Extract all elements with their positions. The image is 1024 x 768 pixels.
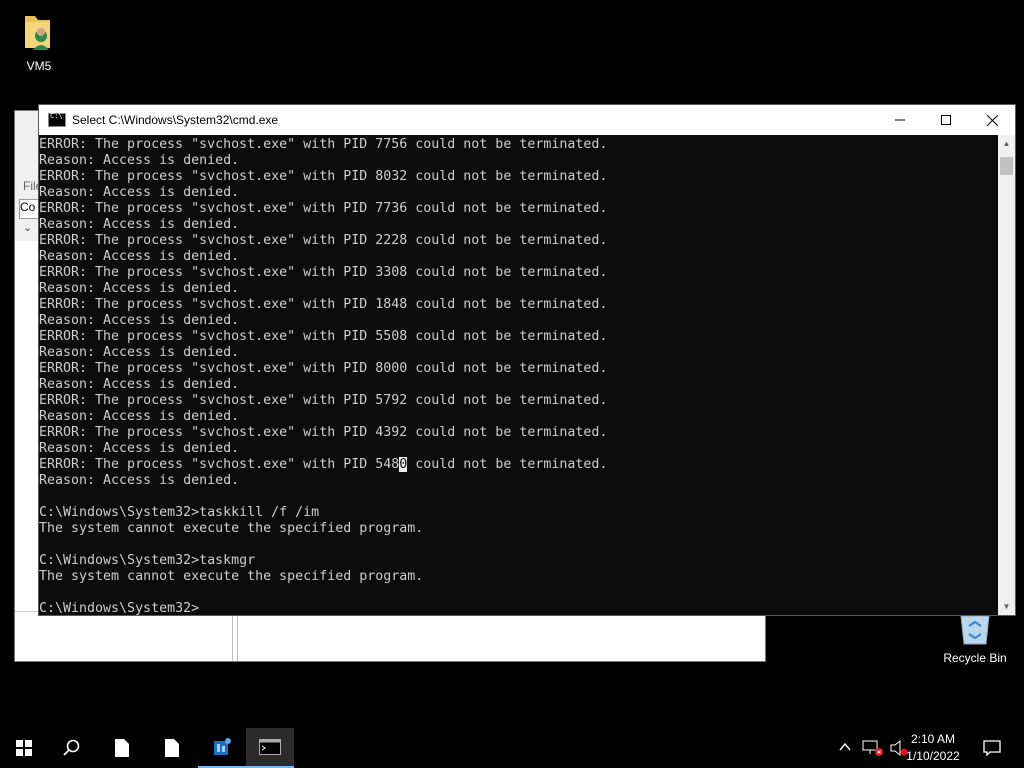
- console-line: Reason: Access is denied.: [39, 185, 240, 200]
- console-line: ERROR: The process "svchost.exe" with PI…: [39, 361, 608, 376]
- scrollbar-thumb[interactable]: [1000, 157, 1013, 175]
- console-line: ERROR: The process "svchost.exe" with PI…: [39, 297, 608, 312]
- console-line: The system cannot execute the specified …: [39, 569, 424, 584]
- chevron-up-icon: [839, 742, 851, 751]
- taskbar-cmd[interactable]: [246, 728, 294, 768]
- desktop-icon-label: Recycle Bin: [943, 651, 1007, 665]
- console-line: ERROR: The process "svchost.exe" with PI…: [39, 329, 608, 344]
- network-status[interactable]: [862, 740, 884, 759]
- console-line: Reason: Access is denied.: [39, 345, 240, 360]
- minimize-button[interactable]: [877, 105, 923, 135]
- console-line: C:\Windows\System32>: [39, 601, 200, 615]
- desktop-icon-vm5[interactable]: VM5: [14, 10, 64, 73]
- console-line: C:\Windows\System32>taskkill /f /im: [39, 505, 320, 520]
- start-button[interactable]: [0, 728, 48, 768]
- console-line: ERROR: The process "svchost.exe" with PI…: [39, 201, 608, 216]
- console-line: The system cannot execute the specified …: [39, 521, 424, 536]
- taskbar: 2:10 AM 1/10/2022: [0, 728, 1024, 768]
- windows-logo-icon: [16, 740, 32, 756]
- selection-cursor: 0: [399, 457, 408, 472]
- recycle-bin-icon: [960, 615, 990, 645]
- clock-time: 2:10 AM: [910, 732, 956, 746]
- server-manager-icon: [214, 738, 231, 755]
- console-line: Reason: Access is denied.: [39, 313, 240, 328]
- search-icon: [63, 739, 80, 756]
- user-folder-icon: [25, 16, 50, 50]
- cmd-icon: [48, 112, 66, 127]
- console-line: Reason: Access is denied.: [39, 473, 240, 488]
- console-line: ERROR: The process "svchost.exe" with PI…: [39, 457, 608, 472]
- console-line: ERROR: The process "svchost.exe" with PI…: [39, 393, 608, 408]
- minimize-icon: [895, 119, 905, 121]
- console-line: ERROR: The process "svchost.exe" with PI…: [39, 137, 608, 152]
- show-hidden-icons[interactable]: [838, 740, 852, 757]
- console-line: Reason: Access is denied.: [39, 409, 240, 424]
- console-line: Reason: Access is denied.: [39, 377, 240, 392]
- console-line: Reason: Access is denied.: [39, 217, 240, 232]
- cmd-icon: [259, 739, 281, 755]
- explorer-pane-splitter[interactable]: [232, 611, 238, 661]
- console-line: Reason: Access is denied.: [39, 153, 240, 168]
- console-line: Reason: Access is denied.: [39, 441, 240, 456]
- console-output[interactable]: ERROR: The process "svchost.exe" with PI…: [39, 135, 999, 615]
- console-line: Reason: Access is denied.: [39, 281, 240, 296]
- scroll-up-icon[interactable]: ▲: [998, 135, 1015, 152]
- close-icon: [986, 114, 998, 126]
- desktop-icon-recycle-bin[interactable]: Recycle Bin: [940, 612, 1010, 665]
- close-button[interactable]: [969, 105, 1015, 135]
- window-title: Select C:\Windows\System32\cmd.exe: [72, 113, 279, 127]
- desktop-icon-label: VM5: [26, 59, 52, 73]
- clock-date: 1/10/2022: [906, 749, 960, 763]
- chevron-down-icon[interactable]: ⌄: [23, 221, 32, 234]
- console-line: ERROR: The process "svchost.exe" with PI…: [39, 425, 608, 440]
- taskbar-file-2[interactable]: [148, 728, 196, 768]
- search-button[interactable]: [48, 728, 96, 768]
- console-line: ERROR: The process "svchost.exe" with PI…: [39, 169, 608, 184]
- scroll-down-icon[interactable]: ▼: [998, 598, 1015, 615]
- taskbar-clock[interactable]: 2:10 AM 1/10/2022: [898, 731, 968, 765]
- taskbar-file-1[interactable]: [98, 728, 146, 768]
- console-line: C:\Windows\System32>taskmgr: [39, 553, 256, 568]
- console-line: Reason: Access is denied.: [39, 249, 240, 264]
- console-line: ERROR: The process "svchost.exe" with PI…: [39, 233, 608, 248]
- maximize-icon: [941, 115, 951, 125]
- vertical-scrollbar[interactable]: ▲ ▼: [998, 135, 1015, 615]
- cmd-window[interactable]: Select C:\Windows\System32\cmd.exe ERROR…: [38, 104, 1016, 616]
- network-disconnected-icon: [862, 740, 883, 756]
- action-center-button[interactable]: [968, 728, 1016, 768]
- file-icon: [165, 739, 179, 757]
- notification-icon: [983, 740, 1001, 756]
- cmd-title-bar[interactable]: Select C:\Windows\System32\cmd.exe: [39, 105, 1015, 135]
- console-line: ERROR: The process "svchost.exe" with PI…: [39, 265, 608, 280]
- maximize-button[interactable]: [923, 105, 969, 135]
- file-icon: [115, 739, 129, 757]
- taskbar-server-manager[interactable]: [198, 728, 246, 768]
